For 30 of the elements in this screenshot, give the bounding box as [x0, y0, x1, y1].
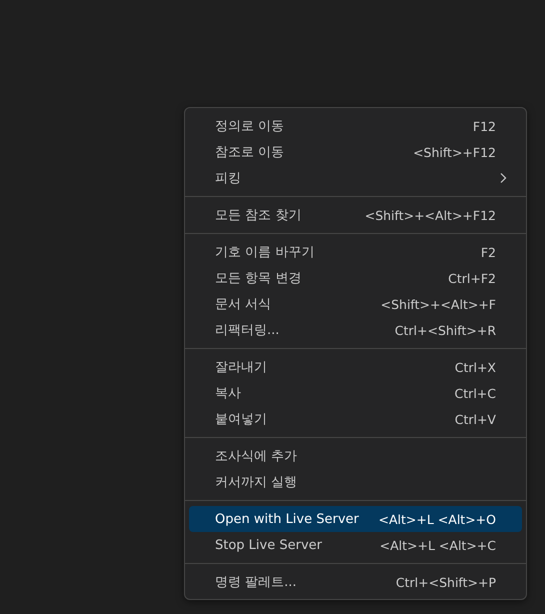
menu-item[interactable]: 커서까지 실행: [189, 469, 522, 495]
shortcut-label: Ctrl+<Shift>+R: [394, 322, 496, 338]
menu-item[interactable]: 기호 이름 바꾸기 F2: [189, 239, 522, 265]
menu-item[interactable]: 정의로 이동 F12: [189, 113, 522, 139]
shortcut-label: <Shift>+F12: [413, 144, 496, 160]
shortcut-label: <Alt>+L <Alt>+C: [380, 538, 496, 552]
menu-item[interactable]: 조사식에 추가: [189, 443, 522, 469]
chevron-right-icon: [498, 172, 508, 184]
menu-item[interactable]: 붙여넣기 Ctrl+V: [189, 406, 522, 432]
shortcut-label: F2: [480, 244, 496, 260]
shortcut-label: Ctrl+X: [454, 360, 496, 374]
shortcut-label: <Shift>+<Alt>+F: [380, 296, 496, 312]
menu-item[interactable]: 모든 항목 변경 Ctrl+F2: [189, 265, 522, 291]
shortcut-label: <Shift>+<Alt>+F12: [364, 208, 496, 222]
menu-item[interactable]: 모든 참조 찾기 <Shift>+<Alt>+F12: [189, 202, 522, 228]
menu-item[interactable]: Stop Live Server <Alt>+L <Alt>+C: [189, 532, 522, 558]
shortcut-label: Ctrl+F2: [448, 270, 496, 286]
shortcut-label: Ctrl+<Shift>+P: [396, 574, 496, 590]
menu-item[interactable]: 문서 서식 <Shift>+<Alt>+F: [189, 291, 522, 317]
menu-item[interactable]: 참조로 이동 <Shift>+F12: [189, 139, 522, 165]
menu-item[interactable]: 리팩터링... Ctrl+<Shift>+R: [189, 317, 522, 343]
shortcut-label: <Alt>+L <Alt>+O: [378, 512, 496, 526]
shortcut-label: F12: [472, 118, 496, 134]
shortcut-label: Ctrl+C: [454, 386, 496, 400]
menu-item[interactable]: 피킹: [189, 165, 522, 191]
menu-item[interactable]: 복사 Ctrl+C: [189, 380, 522, 406]
menu-item[interactable]: 명령 팔레트... Ctrl+<Shift>+P: [189, 569, 522, 595]
menu-item[interactable]: 잘라내기 Ctrl+X: [189, 354, 522, 380]
menu-item[interactable]: Open with Live Server <Alt>+L <Alt>+O: [189, 506, 522, 532]
shortcut-label: Ctrl+V: [454, 412, 496, 426]
